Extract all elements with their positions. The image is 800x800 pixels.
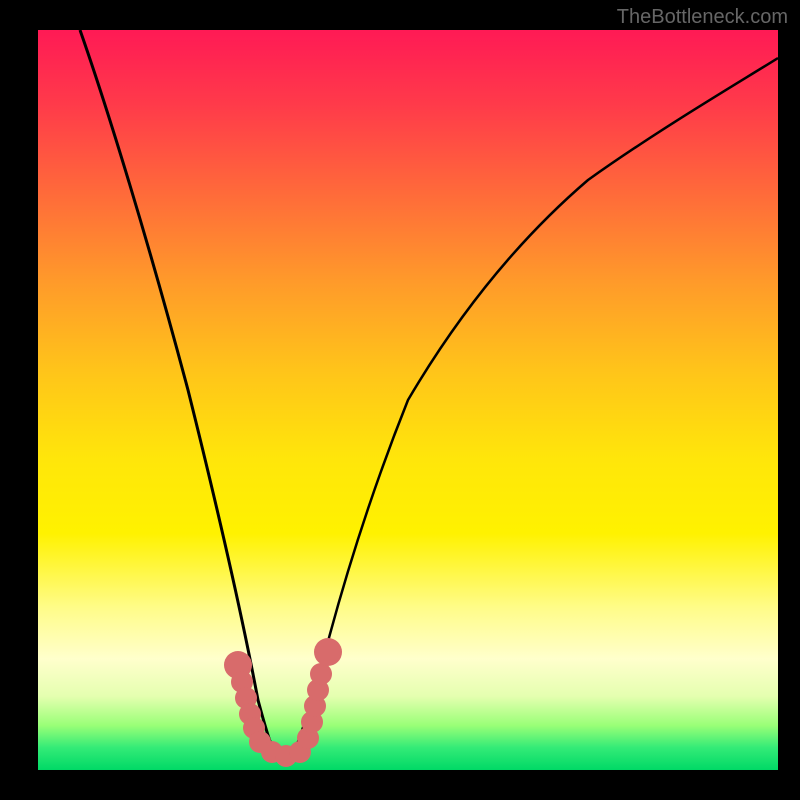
scatter-point: [310, 663, 332, 685]
watermark-text: TheBottleneck.com: [617, 6, 788, 29]
chart-plot-area: [38, 30, 778, 770]
scatter-overlay: [38, 30, 778, 770]
scatter-point: [314, 638, 342, 666]
